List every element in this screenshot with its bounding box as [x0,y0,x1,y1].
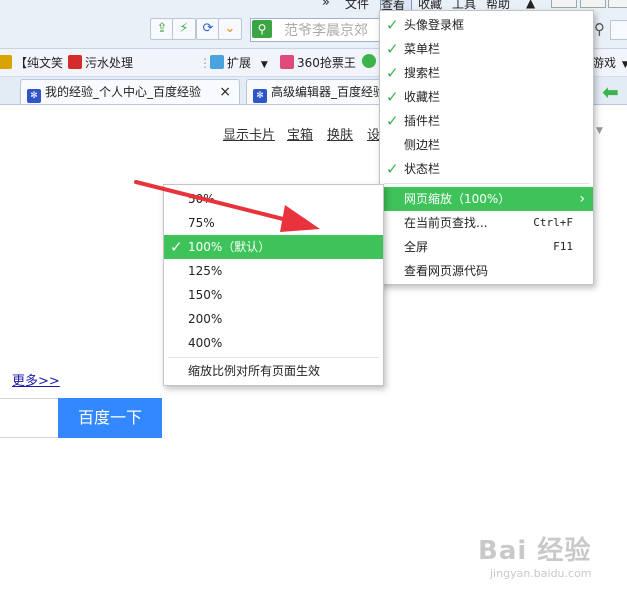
paw-icon: ✻ [253,89,267,103]
annotation-arrow-icon [134,180,320,232]
tab-title: 高级编辑器_百度经验 [271,85,386,99]
checkmark-icon: ✓ [386,64,399,82]
search-input[interactable] [0,398,59,438]
puzzle-icon [210,55,224,69]
zoom-apply-all-option[interactable]: 缩放比例对所有页面生效 [164,359,383,383]
bookmark-item[interactable]: 360抢票王 [280,54,356,71]
menu-separator [168,357,379,358]
menu-item-view-source[interactable]: 查看网页源代码 [380,259,593,283]
zoom-option[interactable]: 400% [164,331,383,355]
menu-item-searchbar[interactable]: ✓ 搜索栏 [380,61,593,85]
tab-my-experience[interactable]: ✻ 我的经验_个人中心_百度经验 × [20,79,240,104]
menu-item-find[interactable]: 在当前页查找... Ctrl+F [380,211,593,235]
search-icon[interactable]: ⚲ [594,20,605,38]
checkmark-icon: ✓ [386,40,399,58]
view-menu: ✓ 头像登录框 ✓ 菜单栏 ✓ 搜索栏 ✓ 收藏栏 ✓ 插件栏 侧边栏 ✓ 状态栏 网页缩放… [379,10,594,285]
ticket-icon [280,55,294,69]
bookmark-icon [0,55,12,69]
baidu-watermark-url: jingyan.baidu.com [490,567,592,580]
search-engine-icon[interactable]: ⚲ [252,20,272,38]
zoom-option[interactable]: 125% [164,259,383,283]
zoom-option[interactable]: 200% [164,307,383,331]
baidu-search-button[interactable]: 百度一下 [58,398,162,438]
refresh-icon[interactable]: ⟳ [196,18,220,40]
panel-icon[interactable] [610,20,627,40]
bookmark-item[interactable]: 污水处理 [68,54,133,71]
menu-item-menubar[interactable]: ✓ 菜单栏 [380,37,593,61]
back-arrow-icon[interactable]: ⬅ [602,80,619,104]
minimize-button[interactable] [551,0,577,8]
shirt-icon[interactable]: ▲ [526,0,535,10]
lightning-icon[interactable]: ⚡ [172,18,196,40]
extensions-button[interactable]: 扩展 ▼ [210,54,268,71]
bookmark-label: 360抢票王 [297,56,356,70]
close-tab-icon[interactable]: × [219,80,231,104]
paw-icon: ✻ [27,89,41,103]
checkmark-icon: ✓ [386,16,399,34]
checkmark-icon: ✓ [386,88,399,106]
chevron-down-icon[interactable]: ▼ [596,126,603,136]
tab-title: 我的经验_个人中心_百度经验 [45,85,202,99]
link-skin[interactable]: 换肤 [327,124,353,143]
maximize-button[interactable] [580,0,606,8]
menu-separator [384,183,589,184]
menu-item-avatar-login[interactable]: ✓ 头像登录框 [380,13,593,37]
tab-advanced-editor[interactable]: ✻ 高级编辑器_百度经验 [246,79,388,104]
menu-file[interactable]: 文件 [345,0,369,12]
bookmark-item[interactable]: 游戏 ▼ [592,54,627,71]
menu-item-fullscreen[interactable]: 全屏 F11 [380,235,593,259]
menu-item-favoritesbar[interactable]: ✓ 收藏栏 [380,85,593,109]
bookmark-label: 污水处理 [85,56,134,70]
bookmark-label: 【纯文笑 [15,56,64,70]
chevron-right-icon: › [579,191,585,207]
bookmark-item[interactable]: 【纯文笑 [0,54,63,71]
share-icon[interactable]: ⇪ [150,18,174,40]
bookmark-icon [68,55,82,69]
menu-item-sidebar[interactable]: 侧边栏 [380,133,593,157]
checkmark-icon: ✓ [386,112,399,130]
link-treasure[interactable]: 宝箱 [287,124,313,143]
baidu-watermark-logo: Bai 经验 [478,536,592,566]
checkmark-icon: ✓ [386,160,399,178]
chevron-down-icon: ▼ [621,60,627,70]
close-button[interactable] [608,0,627,8]
chevron-down-icon[interactable]: ⌄ [218,18,242,40]
more-link[interactable]: 更多>> [12,370,60,389]
extensions-label: 扩展 [227,56,252,70]
menu-item-pluginbar[interactable]: ✓ 插件栏 [380,109,593,133]
link-show-card[interactable]: 显示卡片 [223,124,275,143]
more-chevrons[interactable]: » [322,0,330,10]
shield-icon[interactable] [362,54,379,69]
chevron-down-icon: ▼ [260,60,268,70]
address-placeholder: 范爷李晨京郊 [284,23,368,39]
menu-item-page-zoom[interactable]: 网页缩放（100%） › [380,187,593,211]
menu-item-statusbar[interactable]: ✓ 状态栏 [380,157,593,181]
zoom-option[interactable]: 150% [164,283,383,307]
bookmark-label: 游戏 [592,56,617,70]
